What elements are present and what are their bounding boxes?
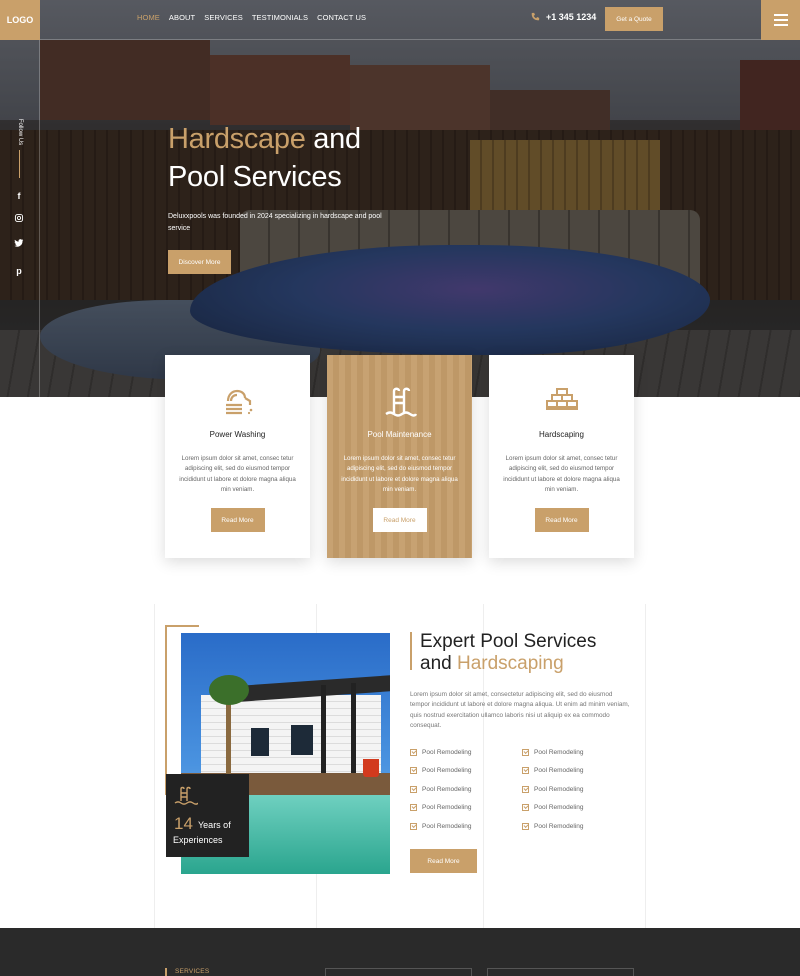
service-description: Lorem ipsum dolor sit amet, consec tetur… [341, 455, 458, 493]
feature-item: Pool Remodeling [410, 749, 472, 756]
check-icon [410, 823, 417, 830]
check-icon [522, 804, 529, 811]
get-quote-button[interactable]: Get a Quote [605, 7, 663, 31]
feature-item: Pool Remodeling [410, 767, 472, 774]
section-guide-line [645, 604, 646, 928]
feature-item: Pool Remodeling [410, 786, 472, 793]
hose-icon [225, 389, 252, 415]
pinterest-icon[interactable]: p [12, 264, 26, 278]
hero-title-accent: Hardscape [168, 123, 306, 155]
footer-column [325, 968, 472, 976]
about-heading-line1: Expert Pool Services [420, 631, 597, 652]
check-icon [522, 786, 529, 793]
service-card-pool-maintenance: Pool Maintenance Lorem ipsum dolor sit a… [327, 355, 472, 558]
facebook-icon[interactable]: f [12, 189, 26, 203]
experience-number: 14 [174, 814, 193, 833]
instagram-icon[interactable] [12, 213, 26, 227]
bricks-icon [545, 388, 578, 410]
discover-more-button[interactable]: Discover More [168, 250, 231, 274]
check-icon [410, 749, 417, 756]
hero-subtitle: Deluxxpools was founded in 2024 speciali… [168, 213, 382, 232]
hero-overlay [0, 0, 800, 397]
experience-label: Experiences [173, 835, 223, 845]
check-icon [522, 767, 529, 774]
heading-accent-bar [410, 632, 412, 670]
about-heading: Expert Pool Services and Hardscaping [420, 631, 596, 675]
feature-item: Pool Remodeling [522, 786, 584, 793]
phone-icon [531, 12, 540, 21]
hamburger-icon[interactable] [761, 0, 800, 40]
feature-item: Pool Remodeling [522, 749, 584, 756]
hero-section [0, 0, 800, 397]
service-card-hardscaping: Hardscaping Lorem ipsum dolor sit amet, … [489, 355, 634, 558]
hero-divider [39, 40, 40, 397]
hero-title-line2: Pool Services [168, 161, 342, 193]
nav-services[interactable]: SERVICES [204, 13, 243, 22]
hero-title: Hardscape and Pool Services [168, 120, 361, 196]
about-heading-and: and [420, 653, 457, 674]
check-icon [410, 786, 417, 793]
pool-ladder-icon [174, 786, 198, 805]
feature-item: Pool Remodeling [522, 823, 584, 830]
feature-item: Pool Remodeling [410, 804, 472, 811]
header-divider [0, 39, 800, 40]
check-icon [522, 749, 529, 756]
hero-title-and: and [305, 123, 361, 155]
service-description: Lorem ipsum dolor sit amet, consec tetur… [179, 455, 296, 493]
follow-divider [19, 150, 20, 178]
experience-years: Years of [198, 820, 231, 830]
service-description: Lorem ipsum dolor sit amet, consec tetur… [503, 455, 620, 493]
read-more-button[interactable]: Read More [534, 508, 589, 532]
service-title: Power Washing [209, 430, 266, 439]
phone-number: +1 345 1234 [546, 12, 597, 22]
service-title: Hardscaping [539, 430, 584, 439]
section-guide-line [154, 604, 155, 928]
read-more-button[interactable]: Read More [372, 508, 427, 532]
experience-badge: 14 Years of Experiences [166, 774, 249, 857]
nav-testimonials[interactable]: TESTIMONIALS [252, 13, 308, 22]
feature-item: Pool Remodeling [522, 804, 584, 811]
feature-item: Pool Remodeling [522, 767, 584, 774]
read-more-button[interactable]: Read More [210, 508, 265, 532]
nav-contact[interactable]: CONTACT US [317, 13, 366, 22]
twitter-icon[interactable] [12, 238, 26, 252]
about-paragraph: Lorem ipsum dolor sit amet, consectetur … [410, 691, 630, 729]
footer-accent-bar [165, 968, 167, 976]
footer-column [487, 968, 634, 976]
follow-us-label: Follow Us [17, 118, 23, 146]
nav-about[interactable]: ABOUT [169, 13, 195, 22]
feature-item: Pool Remodeling [410, 823, 472, 830]
service-card-power-washing: Power Washing Lorem ipsum dolor sit amet… [165, 355, 310, 558]
about-read-more-button[interactable]: Read More [410, 849, 477, 873]
footer-services-heading: SERVICES [175, 968, 210, 975]
check-icon [410, 804, 417, 811]
logo[interactable]: LOGO [0, 0, 40, 40]
check-icon [522, 823, 529, 830]
check-icon [410, 767, 417, 774]
service-title: Pool Maintenance [367, 430, 432, 439]
page: LOGO HOME ABOUT SERVICES TESTIMONIALS CO… [0, 0, 800, 976]
nav-home[interactable]: HOME [137, 13, 160, 22]
about-heading-accent: Hardscaping [456, 653, 564, 674]
pool-ladder-icon [384, 387, 417, 417]
main-nav: HOME ABOUT SERVICES TESTIMONIALS CONTACT… [137, 13, 366, 22]
phone-link[interactable]: +1 345 1234 [530, 12, 596, 22]
